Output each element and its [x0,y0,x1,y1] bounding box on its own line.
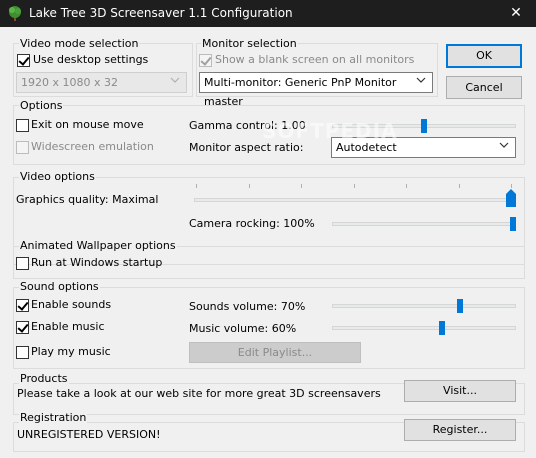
title-bar: Lake Tree 3D Screensaver 1.1 Configurati… [0,0,536,27]
sounds-volume-thumb[interactable] [456,299,463,313]
quality-label: Graphics quality: Maximal [16,193,159,206]
startup-label: Run at Windows startup [31,256,163,269]
use-desktop-checkbox[interactable] [17,54,30,67]
sound-group-label: Sound options [19,280,100,293]
sounds-volume-track[interactable] [332,304,516,308]
monitor-group-label: Monitor selection [201,37,298,50]
monitor-value: Multi-monitor: Generic PnP Monitor maste… [204,76,397,108]
chevron-down-icon [499,142,509,148]
rocking-slider-track[interactable] [332,222,516,226]
quality-slider-track[interactable] [194,198,516,202]
exit-mouse-label: Exit on mouse move [31,118,144,131]
close-button[interactable]: ✕ [496,0,536,27]
quality-slider-tick [458,184,460,188]
enable-sounds-checkbox[interactable] [16,299,29,312]
monitor-select[interactable]: Multi-monitor: Generic PnP Monitor maste… [199,72,433,108]
products-group-label: Products [19,372,69,385]
quality-slider-thumb[interactable] [506,189,516,207]
cancel-label: Cancel [465,81,503,94]
use-desktop-label: Use desktop settings [33,53,149,66]
window-title: Lake Tree 3D Screensaver 1.1 Configurati… [29,6,293,20]
quality-slider-tick [196,184,197,188]
quality-slider-tick [301,184,302,188]
exit-mouse-checkbox[interactable] [16,119,29,132]
visit-button[interactable]: Visit... [404,380,516,402]
music-volume-label: Music volume: 60% [189,322,297,335]
resolution-select[interactable]: 1920 x 1080 x 32 [16,72,187,93]
chevron-down-icon [416,77,426,83]
blank-screen-checkbox[interactable] [199,54,212,67]
ok-label: OK [476,49,492,62]
wallpaper-group-label: Animated Wallpaper options [19,239,177,252]
registration-status: UNREGISTERED VERSION! [17,428,161,441]
rocking-label: Camera rocking: 100% [189,217,315,230]
widescreen-checkbox[interactable] [16,141,29,154]
tree-app-icon [9,6,21,21]
widescreen-label: Widescreen emulation [31,140,154,153]
cancel-button[interactable]: Cancel [446,76,522,99]
quality-slider-tick [406,184,407,188]
gamma-slider-thumb[interactable] [421,119,427,133]
enable-sounds-label: Enable sounds [31,298,112,311]
sounds-volume-label: Sounds volume: 70% [189,300,306,313]
dialog-client: Video mode selection Use desktop setting… [0,27,536,458]
products-text: Please take a look at our web site for m… [17,387,381,400]
blank-screen-label: Show a blank screen on all monitors [215,53,415,66]
register-label: Register... [432,423,488,436]
quality-slider-tick [511,184,512,188]
register-button[interactable]: Register... [404,419,516,441]
registration-group-label: Registration [19,411,88,424]
resolution-value: 1920 x 1080 x 32 [21,76,118,89]
watermark: SOFTPEDIA [262,119,398,143]
ok-button[interactable]: OK [446,44,522,68]
startup-checkbox[interactable] [16,257,29,270]
edit-playlist-label: Edit Playlist... [237,346,313,359]
play-music-label: Play my music [31,345,111,358]
enable-music-checkbox[interactable] [16,321,29,334]
options-group-label: Options [19,99,64,112]
play-music-checkbox[interactable] [16,346,29,359]
quality-slider-tick [248,184,250,188]
video-mode-group-label: Video mode selection [19,37,140,50]
chevron-down-icon [170,77,180,83]
close-icon: ✕ [510,5,522,21]
visit-label: Visit... [443,384,477,397]
video-options-group-label: Video options [19,170,96,183]
enable-music-label: Enable music [31,320,105,333]
music-volume-track[interactable] [332,326,516,330]
quality-slider-tick [353,184,355,188]
edit-playlist-button[interactable]: Edit Playlist... [189,342,361,363]
rocking-slider-thumb[interactable] [510,217,516,231]
music-volume-thumb[interactable] [438,321,445,335]
